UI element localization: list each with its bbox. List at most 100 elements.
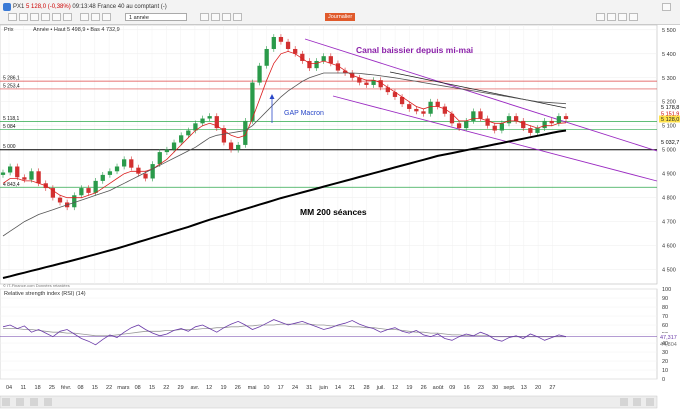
x-tick-label: 23 (478, 385, 484, 391)
level-label: 4 843,4 (3, 182, 20, 188)
scroll-right-button[interactable] (646, 398, 654, 406)
candle-body (314, 60, 319, 69)
x-tick-label: 22 (106, 385, 112, 391)
candle-body (506, 116, 512, 124)
candle-body (179, 135, 184, 143)
x-tick-label: mai (248, 385, 257, 391)
candle-body (549, 120, 554, 124)
x-tick-label: 11 (20, 385, 26, 391)
candle-body (513, 116, 519, 121)
x-tick-label: 19 (406, 385, 412, 391)
rsi-tick-label: 10 (662, 368, 668, 374)
scroll-zoom-button[interactable] (44, 398, 52, 406)
candle-body (107, 171, 113, 175)
price-axis: 5 5005 4005 3005 2005 1005 0004 9004 800… (662, 28, 676, 274)
rsi-tick-label: 80 (662, 305, 668, 311)
y-tick-label: 4 800 (662, 196, 676, 202)
candle-body (464, 120, 469, 129)
x-tick-label: 19 (220, 385, 226, 391)
candle-body (542, 120, 547, 129)
x-tick-label: mars (117, 385, 129, 391)
candle-body (129, 159, 134, 168)
candle-body (364, 82, 369, 85)
rsi-tick-label: 70 (662, 314, 668, 320)
candle-body (186, 130, 191, 136)
candle-body (456, 123, 462, 129)
candle-body (485, 118, 490, 126)
x-tick-label: 15 (149, 385, 155, 391)
level-label: 5 118,1 (3, 116, 20, 122)
y-tick-label: 5 100 (662, 124, 676, 130)
candle-body (257, 65, 262, 83)
x-tick-label: 26 (235, 385, 241, 391)
candle-body (528, 128, 533, 133)
candle-body (0, 172, 6, 175)
y-tick-label: 4 900 (662, 172, 676, 178)
candle-body (171, 142, 177, 150)
rsi-value-primary: 47,317 (660, 335, 677, 341)
rsi-title: Relative strength index (RSI) (14) (4, 291, 86, 297)
candle-body (421, 111, 426, 114)
rsi-tick-label: 60 (662, 323, 668, 329)
x-tick-label: 31 (306, 385, 312, 391)
source-note: © IT-Finance.com Données retardées (3, 283, 70, 288)
x-tick-label: 04 (6, 385, 12, 391)
candle-body (471, 111, 476, 121)
candle-body (36, 171, 41, 184)
scroll-reset-button[interactable] (620, 398, 628, 406)
scroll-left-button[interactable] (2, 398, 10, 406)
x-tick-label: 14 (335, 385, 341, 391)
x-tick-label: 29 (178, 385, 184, 391)
y-tick-label: 5 500 (662, 28, 676, 34)
horizontal-scrollbar[interactable] (0, 395, 658, 409)
candle-body (414, 108, 419, 112)
x-tick-label: 26 (421, 385, 427, 391)
candle-body (72, 195, 77, 208)
candle-body (228, 142, 234, 150)
x-tick-label: 09 (449, 385, 455, 391)
x-tick-label: juil. (376, 385, 386, 391)
rsi-value-secondary: 44,804 (660, 342, 677, 348)
prices-label: Prix (4, 27, 14, 33)
scroll-fit-button[interactable] (633, 398, 641, 406)
x-tick-label: 10 (263, 385, 269, 391)
candle-body (521, 120, 526, 129)
x-tick-label: 30 (492, 385, 498, 391)
candle-body (285, 41, 291, 49)
x-tick-label: 21 (349, 385, 355, 391)
x-tick-label: 20 (535, 385, 541, 391)
rsi-tick-label: 90 (662, 296, 668, 302)
x-tick-label: 17 (278, 385, 284, 391)
x-tick-label: 25 (49, 385, 55, 391)
x-tick-label: 28 (363, 385, 369, 391)
candle-body (164, 149, 170, 153)
candle-body (556, 116, 562, 124)
x-tick-label: 18 (35, 385, 41, 391)
x-tick-label: 15 (92, 385, 98, 391)
x-tick-label: 08 (135, 385, 141, 391)
candle-body (29, 171, 34, 180)
candle-body (492, 125, 497, 131)
x-tick-label: 16 (464, 385, 470, 391)
price-chart[interactable]: 5 286,15 253,4 5 118,1 5 084 5 000 4 843,4 5… (0, 0, 680, 409)
candle-body (428, 101, 433, 114)
candle-body (86, 188, 91, 193)
x-tick-label: 08 (77, 385, 83, 391)
scroll-page-button[interactable] (30, 398, 38, 406)
level-label: 5 286,1 (3, 76, 20, 82)
candle-body (122, 159, 127, 167)
candle-body (499, 123, 504, 131)
candle-body (264, 48, 269, 66)
scroll-step-button[interactable] (16, 398, 24, 406)
x-tick-label: juin (318, 385, 328, 391)
candle-body (278, 36, 284, 42)
candle-body (22, 177, 27, 180)
candle-body (563, 116, 569, 120)
candle-body (207, 116, 212, 119)
rsi-tick-label: 0 (662, 377, 665, 383)
y-tick-label: 4 700 (662, 220, 676, 226)
x-tick-label: sept. (504, 385, 516, 391)
gap-annotation: GAP Macron (284, 110, 324, 117)
level-label: 5 084 (3, 124, 16, 130)
candle-body (79, 188, 84, 196)
